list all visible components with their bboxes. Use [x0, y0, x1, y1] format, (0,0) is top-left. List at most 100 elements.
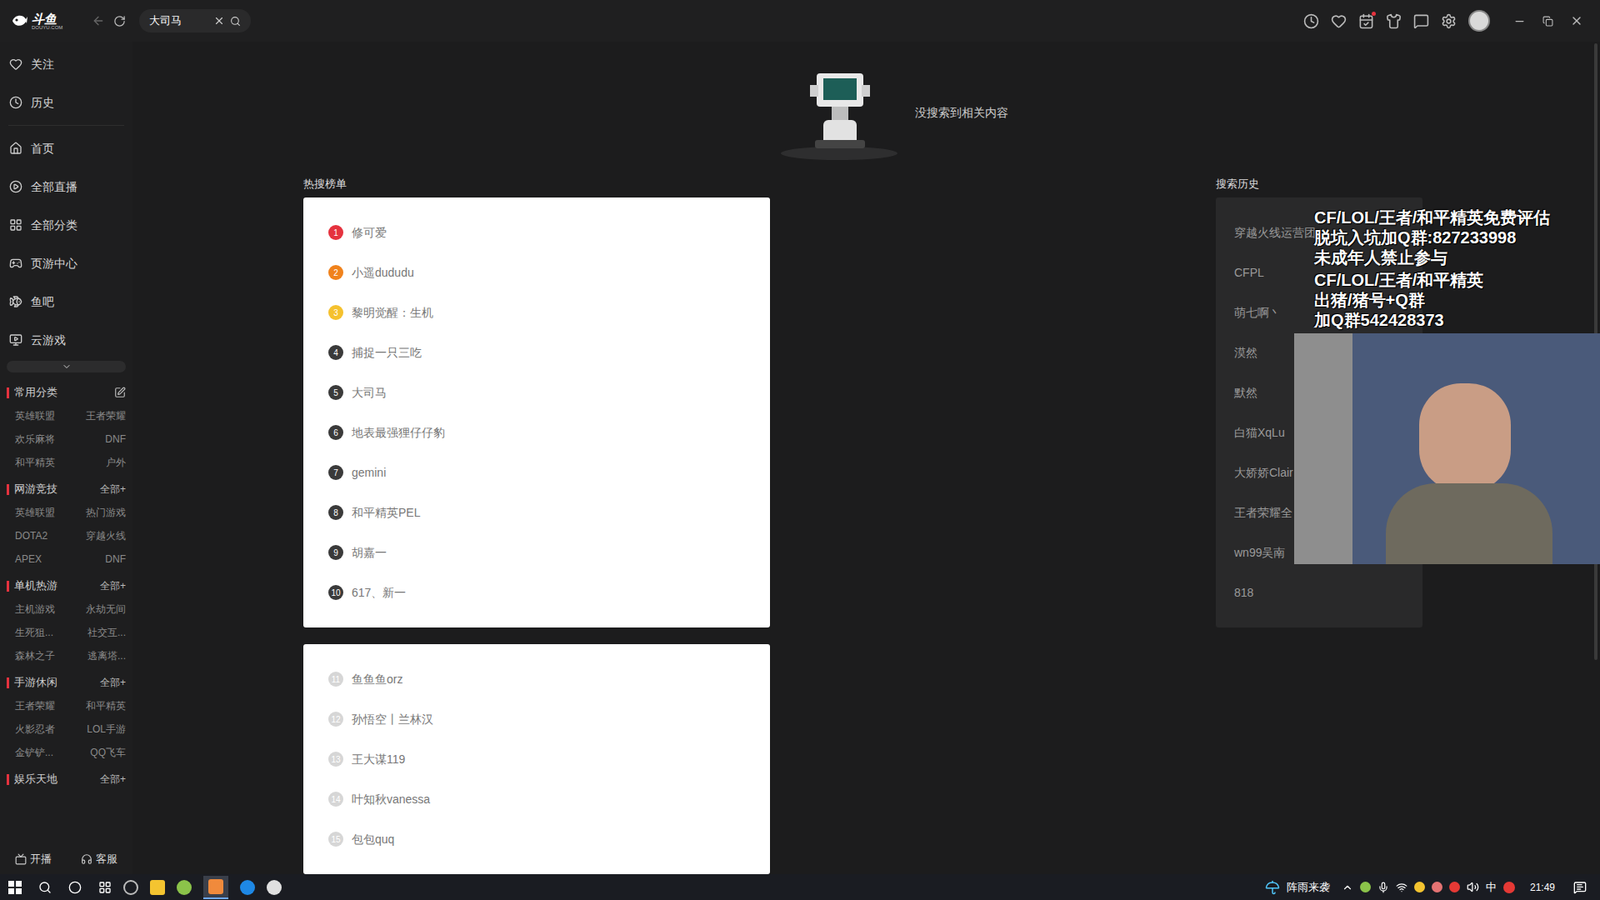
windows-logo-icon[interactable] [8, 880, 22, 895]
category-link[interactable]: DNF [70, 547, 127, 571]
tray-icon[interactable] [1449, 881, 1460, 893]
task-view-icon[interactable] [98, 880, 112, 895]
cortana-icon[interactable] [68, 880, 82, 895]
close-icon[interactable] [1570, 14, 1584, 28]
tray-icon[interactable] [1503, 881, 1515, 894]
message-icon[interactable] [1413, 13, 1430, 30]
category-link[interactable]: 主机游戏 [15, 597, 71, 621]
section-more[interactable]: 全部+ [100, 675, 126, 690]
backpack-icon[interactable] [1385, 13, 1402, 30]
tray-icon[interactable] [1414, 881, 1425, 893]
nav-item[interactable]: 全部分类 [0, 205, 133, 245]
category-link[interactable]: 和平精英 [70, 694, 127, 718]
notification-dot [1371, 11, 1376, 16]
hot-search-row[interactable]: 1修可爱 [303, 212, 770, 253]
collapse-toggle[interactable] [6, 360, 126, 373]
taskbar-search-icon[interactable] [38, 880, 52, 895]
mic-icon[interactable] [1377, 881, 1390, 894]
hot-search-row[interactable]: 13王大谋119 [303, 739, 770, 780]
app-icon[interactable] [150, 880, 165, 895]
section-more[interactable]: 全部+ [100, 578, 126, 594]
section-more[interactable]: 全部+ [100, 481, 126, 497]
sidebar-section: 网游竞技全部+英雄联盟热门游戏DOTA2穿越火线APEXDNF [0, 477, 133, 575]
category-link[interactable]: QQ飞车 [70, 740, 127, 765]
search-history-item[interactable]: 818 [1215, 572, 1423, 613]
search-input[interactable]: 大司马 [149, 12, 209, 30]
restore-icon[interactable] [1542, 15, 1554, 27]
minimize-icon[interactable] [1513, 15, 1526, 28]
tray-icon[interactable] [1360, 881, 1371, 893]
category-link[interactable]: 穿越火线 [70, 524, 127, 548]
category-link[interactable]: 英雄联盟 [15, 500, 71, 525]
nav-item[interactable]: 鱼吧 [0, 282, 133, 321]
clock[interactable]: 21:49 [1530, 880, 1555, 895]
edit-icon[interactable] [114, 386, 126, 399]
app-icon[interactable] [176, 880, 192, 895]
nav-item[interactable]: 云游戏 [0, 320, 133, 360]
tray-expand-icon[interactable] [1341, 881, 1354, 894]
refresh-icon[interactable] [113, 15, 126, 28]
history-icon[interactable] [1303, 13, 1320, 30]
nav-item[interactable]: 页游中心 [0, 244, 133, 283]
category-link[interactable]: 社交互... [70, 620, 127, 645]
avatar[interactable] [1468, 10, 1490, 32]
category-link[interactable]: 逃离塔... [70, 644, 127, 668]
category-link[interactable]: 欢乐麻将 [15, 427, 71, 451]
app-icon[interactable] [240, 880, 255, 895]
category-link[interactable]: 和平精英 [15, 450, 71, 475]
category-link[interactable]: 英雄联盟 [15, 404, 71, 428]
hot-search-row[interactable]: 2小遥dududu [303, 252, 770, 293]
ime-indicator[interactable]: 中 [1485, 879, 1497, 896]
nav-item[interactable]: 历史 [0, 83, 133, 122]
clear-icon[interactable] [213, 15, 225, 27]
section-more[interactable]: 全部+ [100, 771, 126, 787]
category-link[interactable]: 永劫无间 [70, 597, 127, 621]
category-link[interactable]: LOL手游 [70, 717, 127, 741]
tray-icon[interactable] [1431, 881, 1443, 893]
search-box[interactable]: 大司马 [139, 9, 251, 33]
network-icon[interactable] [1395, 881, 1408, 894]
category-link[interactable]: DNF [70, 427, 127, 451]
overlay-line: 出猪/猪号+Q群 [1314, 290, 1550, 310]
category-link[interactable]: 热门游戏 [70, 500, 127, 525]
volume-icon[interactable] [1466, 880, 1480, 894]
weather-text[interactable]: 阵雨来袭 [1286, 879, 1330, 896]
category-link[interactable]: 户外 [70, 450, 127, 475]
app-icon[interactable] [123, 880, 139, 895]
weather-icon[interactable] [1265, 880, 1280, 895]
hot-search-row[interactable]: 3黎明觉醒：生机 [303, 292, 770, 333]
follow-icon[interactable] [1330, 13, 1347, 30]
footer-link[interactable]: 客服 [80, 850, 118, 868]
category-link[interactable]: APEX [15, 547, 71, 571]
rank-badge: 3 [328, 305, 344, 320]
hot-search-row[interactable]: 6地表最强狸仔仔豹 [303, 412, 770, 453]
hot-search-row[interactable]: 10617、新一 [303, 572, 770, 613]
app-icon[interactable] [266, 880, 282, 895]
search-icon[interactable] [230, 15, 241, 27]
category-link[interactable]: 王者荣耀 [70, 404, 127, 428]
nav-item[interactable]: 首页 [0, 129, 133, 168]
category-link[interactable]: 森林之子 [15, 644, 71, 668]
category-link[interactable]: 火影忍者 [15, 717, 71, 741]
nav-item[interactable]: 关注 [0, 45, 133, 84]
logo[interactable]: 斗鱼DOUYU.COM [10, 11, 82, 30]
category-link[interactable]: 王者荣耀 [15, 694, 71, 718]
settings-icon[interactable] [1440, 13, 1457, 30]
category-link[interactable]: 金铲铲... [15, 740, 71, 765]
category-link[interactable]: 生死狙... [15, 620, 71, 645]
hot-search-row[interactable]: 12孙悟空丨兰林汉 [303, 699, 770, 740]
hot-search-row[interactable]: 7gemini [303, 452, 770, 493]
notification-center-icon[interactable] [1573, 880, 1587, 895]
hot-search-row[interactable]: 14叶知秋vanessa [303, 779, 770, 820]
back-icon[interactable] [91, 14, 105, 28]
hot-search-row[interactable]: 4捕捉一只三吃 [303, 332, 770, 373]
category-link[interactable]: DOTA2 [15, 524, 71, 548]
hot-search-row[interactable]: 15包包quq [303, 819, 770, 860]
hot-search-row[interactable]: 11鱼鱼鱼orz [303, 659, 770, 700]
hot-search-row[interactable]: 8和平精英PEL [303, 492, 770, 533]
nav-item[interactable]: 全部直播 [0, 167, 133, 206]
hot-search-row[interactable]: 9胡嘉一 [303, 532, 770, 573]
hot-search-row[interactable]: 5大司马 [303, 372, 770, 413]
app-icon[interactable] [203, 875, 229, 900]
footer-link[interactable]: 开播 [15, 850, 52, 868]
